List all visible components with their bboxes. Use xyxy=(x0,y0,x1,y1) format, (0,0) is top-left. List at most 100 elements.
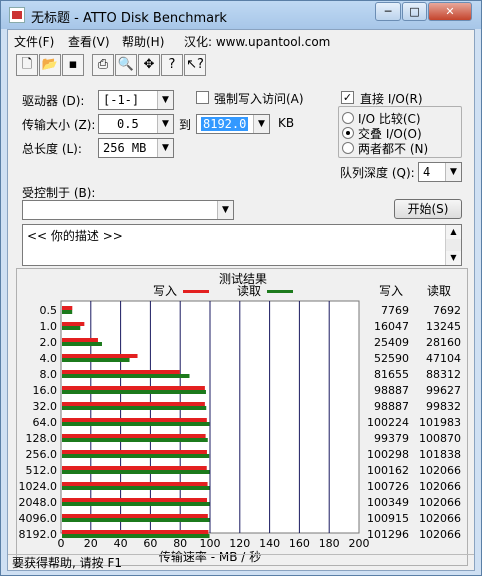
write-value: 98887 xyxy=(374,400,409,413)
read-value: 88312 xyxy=(426,368,461,381)
help-icon[interactable]: ? xyxy=(161,54,183,76)
write-bar xyxy=(62,322,85,326)
write-value: 81655 xyxy=(374,368,409,381)
read-bar xyxy=(62,406,207,410)
save-icon[interactable]: ▪ xyxy=(62,54,84,76)
new-icon[interactable]: 🗋 xyxy=(16,54,38,76)
legend-read-swatch xyxy=(267,290,293,293)
neither-radio[interactable] xyxy=(342,142,354,154)
read-bar xyxy=(62,374,190,378)
category-label: 32.0 xyxy=(33,400,58,413)
context-help-icon[interactable]: ↖? xyxy=(184,54,206,76)
read-bar xyxy=(62,390,206,394)
legend-write-swatch xyxy=(183,290,209,293)
drive-value: [-1-] xyxy=(103,93,140,107)
description-scrollbar[interactable]: ▲ ▼ xyxy=(445,225,461,265)
category-label: 8192.0 xyxy=(19,528,58,541)
scroll-up-icon[interactable]: ▲ xyxy=(446,225,461,239)
description-textarea[interactable]: << 你的描述 >> ▲ ▼ xyxy=(22,224,462,266)
results-chart: 测试结果写入 读取 写入 读取0 20 40 60 80 100 120 140 160 180 200传… xyxy=(19,271,462,564)
transfer-to-value: 8192.0 xyxy=(201,117,249,131)
column-read-header: 读取 xyxy=(427,284,451,298)
write-value: 100726 xyxy=(367,480,409,493)
write-bar xyxy=(62,514,208,518)
write-bar xyxy=(62,354,138,358)
read-value: 47104 xyxy=(426,352,461,365)
read-value: 102066 xyxy=(419,512,461,525)
category-label: 4.0 xyxy=(40,352,58,365)
total-length-value: 256 MB xyxy=(103,141,147,155)
open-icon[interactable]: 📂 xyxy=(39,54,61,76)
read-value: 102066 xyxy=(419,496,461,509)
controlled-by-select[interactable]: ▼ xyxy=(22,200,234,220)
read-bar xyxy=(62,310,73,314)
read-bar xyxy=(62,326,81,330)
write-bar xyxy=(62,466,207,470)
read-value: 99627 xyxy=(426,384,461,397)
io-compare-radio[interactable] xyxy=(342,112,354,124)
x-tick-label: 120 xyxy=(229,537,250,550)
neither-label: 两者都不 (N) xyxy=(358,142,429,156)
status-bar: 要获得帮助, 请按 F1 xyxy=(8,554,474,572)
print-preview-icon[interactable]: 🔍 xyxy=(115,54,137,76)
move-icon[interactable]: ✥ xyxy=(138,54,160,76)
category-label: 16.0 xyxy=(33,384,58,397)
x-tick-label: 160 xyxy=(289,537,310,550)
total-length-label: 总长度 (L): xyxy=(22,142,82,156)
drive-label: 驱动器 (D): xyxy=(22,94,85,108)
read-bar xyxy=(62,358,130,362)
menu-credit[interactable]: 汉化: www.upantool.com xyxy=(184,33,330,50)
total-length-select[interactable]: 256 MB ▼ xyxy=(98,138,174,158)
write-bar xyxy=(62,338,98,342)
minimize-button[interactable]: ─ xyxy=(375,2,401,21)
category-label: 2.0 xyxy=(40,336,58,349)
read-value: 100870 xyxy=(419,432,461,445)
to-label: 到 xyxy=(179,118,192,132)
chevron-down-icon: ▼ xyxy=(157,91,173,109)
category-label: 512.0 xyxy=(26,464,58,477)
category-label: 1024.0 xyxy=(19,480,58,493)
read-bar xyxy=(62,438,208,442)
description-text: << 你的描述 >> xyxy=(27,229,123,243)
overlap-io-radio[interactable] xyxy=(342,127,354,139)
direct-io-label: 直接 I/O(R) xyxy=(360,92,423,106)
chevron-down-icon: ▼ xyxy=(157,139,173,157)
queue-depth-select[interactable]: 4 ▼ xyxy=(418,162,462,182)
queue-depth-label: 队列深度 (Q): xyxy=(340,166,415,180)
print-icon[interactable]: ⎙ xyxy=(92,54,114,76)
chevron-down-icon: ▼ xyxy=(253,115,269,133)
direct-io-checkbox[interactable]: ✓ xyxy=(341,91,354,104)
scroll-down-icon[interactable]: ▼ xyxy=(446,251,461,265)
read-value: 13245 xyxy=(426,320,461,333)
read-bar xyxy=(62,470,210,474)
read-value: 102066 xyxy=(419,528,461,541)
results-group: 测试结果 写入 读取 写入 读取 0 20 40 60 80 100 120 140 160 180 200 传… xyxy=(16,268,468,566)
menu-file[interactable]: 文件(F) xyxy=(14,33,54,50)
menu-view[interactable]: 查看(V) xyxy=(68,33,110,50)
force-write-checkbox[interactable] xyxy=(196,91,209,104)
category-label: 2048.0 xyxy=(19,496,58,509)
force-write-label: 强制写入访问(A) xyxy=(214,92,304,106)
kb-label: KB xyxy=(278,116,295,130)
title-bar[interactable]: 无标题 - ATTO Disk Benchmark ─ □ ✕ xyxy=(1,1,481,29)
close-button[interactable]: ✕ xyxy=(428,2,472,21)
category-label: 1.0 xyxy=(40,320,58,333)
read-bar xyxy=(62,422,210,426)
write-value: 100298 xyxy=(367,448,409,461)
drive-select[interactable]: [-1-] ▼ xyxy=(98,90,174,110)
transfer-size-label: 传输大小 (Z): xyxy=(22,118,96,132)
write-value: 25409 xyxy=(374,336,409,349)
read-bar xyxy=(62,342,102,346)
write-bar xyxy=(62,370,180,374)
read-bar xyxy=(62,502,210,506)
transfer-to-select[interactable]: 8192.0 ▼ xyxy=(196,114,270,134)
transfer-from-select[interactable]: 0.5 ▼ xyxy=(98,114,174,134)
category-label: 8.0 xyxy=(40,368,58,381)
status-text: 要获得帮助, 请按 F1 xyxy=(12,556,122,570)
maximize-button[interactable]: □ xyxy=(402,2,427,21)
menu-help[interactable]: 帮助(H) xyxy=(122,33,164,50)
start-button[interactable]: 开始(S) xyxy=(394,199,462,219)
x-tick-label: 60 xyxy=(143,537,157,550)
write-value: 99379 xyxy=(374,432,409,445)
read-value: 102066 xyxy=(419,480,461,493)
